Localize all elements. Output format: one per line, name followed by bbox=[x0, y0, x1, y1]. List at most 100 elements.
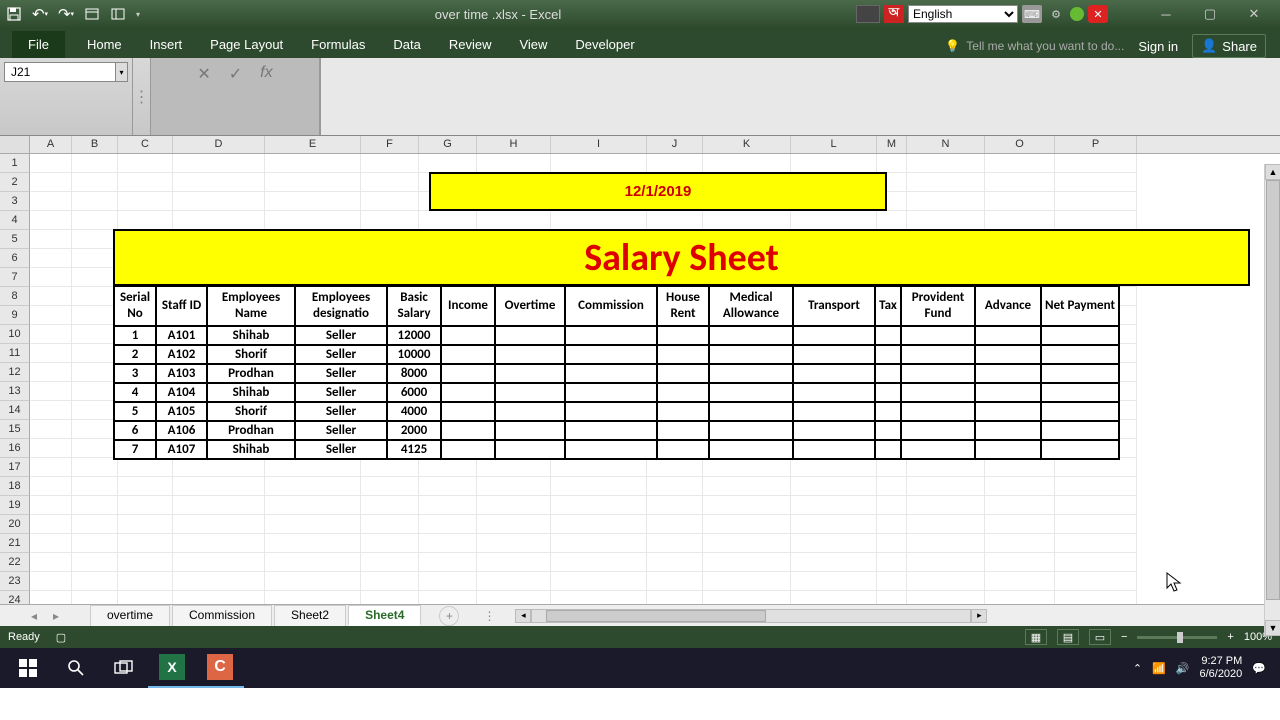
cell[interactable] bbox=[907, 458, 985, 477]
cell[interactable] bbox=[877, 496, 907, 515]
cell[interactable] bbox=[1055, 192, 1137, 211]
cell[interactable] bbox=[72, 439, 118, 458]
table-cell[interactable]: Shihab bbox=[207, 383, 295, 402]
column-header-M[interactable]: M bbox=[877, 136, 907, 153]
namebox-dropdown-icon[interactable]: ▾ bbox=[116, 62, 128, 82]
cell[interactable] bbox=[419, 553, 477, 572]
cell[interactable] bbox=[118, 496, 173, 515]
cell[interactable] bbox=[551, 154, 647, 173]
cell[interactable] bbox=[647, 458, 703, 477]
cell[interactable] bbox=[361, 173, 419, 192]
cell[interactable] bbox=[30, 401, 72, 420]
column-header-E[interactable]: E bbox=[265, 136, 361, 153]
row-header-16[interactable]: 16 bbox=[0, 439, 30, 458]
notifications-icon[interactable]: 💬 bbox=[1252, 662, 1266, 675]
save-icon[interactable] bbox=[6, 6, 22, 22]
cell[interactable] bbox=[72, 249, 118, 268]
cell[interactable] bbox=[30, 534, 72, 553]
cell[interactable] bbox=[72, 287, 118, 306]
table-cell[interactable] bbox=[1041, 421, 1119, 440]
spreadsheet-grid[interactable]: 123456789101112131415161718192021222324 … bbox=[0, 154, 1280, 604]
cell[interactable] bbox=[477, 534, 551, 553]
cell[interactable] bbox=[30, 363, 72, 382]
table-header[interactable]: Provident Fund bbox=[901, 286, 975, 326]
cell[interactable] bbox=[118, 154, 173, 173]
cell[interactable] bbox=[30, 268, 72, 287]
table-cell[interactable] bbox=[657, 345, 709, 364]
cell[interactable] bbox=[419, 496, 477, 515]
cell[interactable] bbox=[703, 515, 791, 534]
page-layout-view-icon[interactable]: ▤ bbox=[1057, 629, 1079, 645]
cell[interactable] bbox=[30, 382, 72, 401]
cell[interactable] bbox=[72, 477, 118, 496]
close-button[interactable]: ✕ bbox=[1234, 3, 1274, 25]
table-cell[interactable]: Prodhan bbox=[207, 421, 295, 440]
cell[interactable] bbox=[419, 515, 477, 534]
cell[interactable] bbox=[877, 154, 907, 173]
cell[interactable] bbox=[551, 553, 647, 572]
cell[interactable] bbox=[791, 458, 877, 477]
cell[interactable] bbox=[72, 344, 118, 363]
cell[interactable] bbox=[265, 572, 361, 591]
language-select[interactable]: English bbox=[908, 5, 1018, 23]
table-header[interactable]: Medical Allowance bbox=[709, 286, 793, 326]
minimize-button[interactable]: ─ bbox=[1146, 3, 1186, 25]
redo-icon[interactable]: ↷ ▾ bbox=[58, 6, 74, 22]
cell[interactable] bbox=[551, 534, 647, 553]
tray-volume-icon[interactable]: 🔊 bbox=[1176, 662, 1190, 675]
cell[interactable] bbox=[265, 458, 361, 477]
cell[interactable] bbox=[877, 458, 907, 477]
table-cell[interactable] bbox=[975, 345, 1041, 364]
row-header-22[interactable]: 22 bbox=[0, 553, 30, 572]
cell[interactable] bbox=[703, 477, 791, 496]
table-cell[interactable]: Prodhan bbox=[207, 364, 295, 383]
table-cell[interactable]: 6 bbox=[114, 421, 156, 440]
table-cell[interactable] bbox=[495, 421, 565, 440]
table-cell[interactable] bbox=[441, 345, 495, 364]
row-header-3[interactable]: 3 bbox=[0, 192, 30, 211]
table-header[interactable]: Tax bbox=[875, 286, 901, 326]
row-header-15[interactable]: 15 bbox=[0, 420, 30, 439]
cell[interactable] bbox=[118, 572, 173, 591]
cell[interactable] bbox=[703, 154, 791, 173]
cell[interactable] bbox=[72, 572, 118, 591]
cell[interactable] bbox=[30, 287, 72, 306]
cell[interactable] bbox=[1055, 496, 1137, 515]
tray-icon-1[interactable] bbox=[856, 5, 880, 23]
table-header[interactable]: Income bbox=[441, 286, 495, 326]
cell[interactable] bbox=[72, 211, 118, 230]
row-header-20[interactable]: 20 bbox=[0, 515, 30, 534]
row-header-18[interactable]: 18 bbox=[0, 477, 30, 496]
table-cell[interactable]: 8000 bbox=[387, 364, 441, 383]
cell[interactable] bbox=[265, 173, 361, 192]
start-button[interactable] bbox=[4, 648, 52, 688]
table-cell[interactable] bbox=[1041, 326, 1119, 345]
row-header-10[interactable]: 10 bbox=[0, 325, 30, 344]
cell[interactable] bbox=[791, 534, 877, 553]
table-cell[interactable] bbox=[875, 326, 901, 345]
table-cell[interactable] bbox=[709, 326, 793, 345]
ribbon-tab-review[interactable]: Review bbox=[435, 31, 506, 58]
tray-close-icon[interactable]: ✕ bbox=[1088, 5, 1108, 23]
cell[interactable] bbox=[265, 211, 361, 230]
cell[interactable] bbox=[361, 496, 419, 515]
table-cell[interactable]: 4125 bbox=[387, 440, 441, 459]
sheet-tab-overtime[interactable]: overtime bbox=[90, 605, 170, 626]
cell[interactable] bbox=[30, 306, 72, 325]
cell[interactable] bbox=[477, 154, 551, 173]
row-header-11[interactable]: 11 bbox=[0, 344, 30, 363]
cell[interactable] bbox=[173, 534, 265, 553]
qat-btn2-icon[interactable] bbox=[110, 6, 126, 22]
cell[interactable] bbox=[173, 515, 265, 534]
table-cell[interactable]: Shorif bbox=[207, 345, 295, 364]
cell[interactable] bbox=[791, 477, 877, 496]
table-cell[interactable] bbox=[495, 326, 565, 345]
table-cell[interactable] bbox=[657, 364, 709, 383]
cell[interactable] bbox=[419, 154, 477, 173]
cell[interactable] bbox=[907, 591, 985, 604]
table-cell[interactable] bbox=[875, 402, 901, 421]
sheet-tab-sheet4[interactable]: Sheet4 bbox=[348, 605, 421, 626]
cell[interactable] bbox=[477, 572, 551, 591]
tray-status-icon[interactable] bbox=[1070, 7, 1084, 21]
table-cell[interactable]: 4000 bbox=[387, 402, 441, 421]
